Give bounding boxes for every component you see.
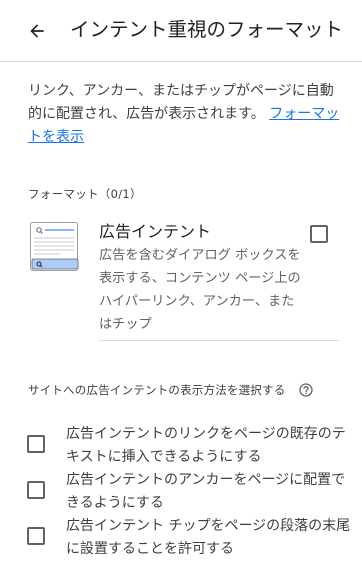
option-checkbox-anchor[interactable]: [27, 481, 45, 499]
arrow-back-icon: [30, 24, 44, 38]
back-button[interactable]: [24, 18, 50, 44]
option-label: 広告インテントのリンクをページの既存のテキストに挿入できるようにする: [66, 426, 346, 465]
format-title: 広告インテント: [99, 222, 212, 241]
page-header: インテント重視のフォーマット: [0, 0, 362, 62]
option-label: 広告インテントのアンカーをページに配置できるようにする: [66, 472, 346, 511]
help-icon[interactable]: [298, 382, 314, 398]
option-label: 広告インテント チップをページの段落の末尾に設置することを許可する: [66, 518, 351, 557]
page-title: インテント重視のフォーマット: [70, 18, 344, 41]
format-checkbox[interactable]: [310, 225, 328, 243]
page-description: リンク、アンカー、またはチップがページに自動的に配置され、広告が表示されます。 …: [28, 80, 346, 149]
option-checkbox-link[interactable]: [27, 435, 45, 453]
format-count-label: フォーマット（0/1）: [28, 187, 142, 201]
ad-intent-thumbnail-icon: [30, 222, 80, 272]
option-checkbox-chip[interactable]: [27, 527, 45, 545]
format-divider: [99, 340, 339, 341]
format-description: 広告を含むダイアログ ボックスを表示する、コンテンツ ページ上のハイパーリンク、…: [99, 248, 301, 332]
display-method-label: サイトへの広告インテントの表示方法を選択する: [28, 383, 286, 397]
